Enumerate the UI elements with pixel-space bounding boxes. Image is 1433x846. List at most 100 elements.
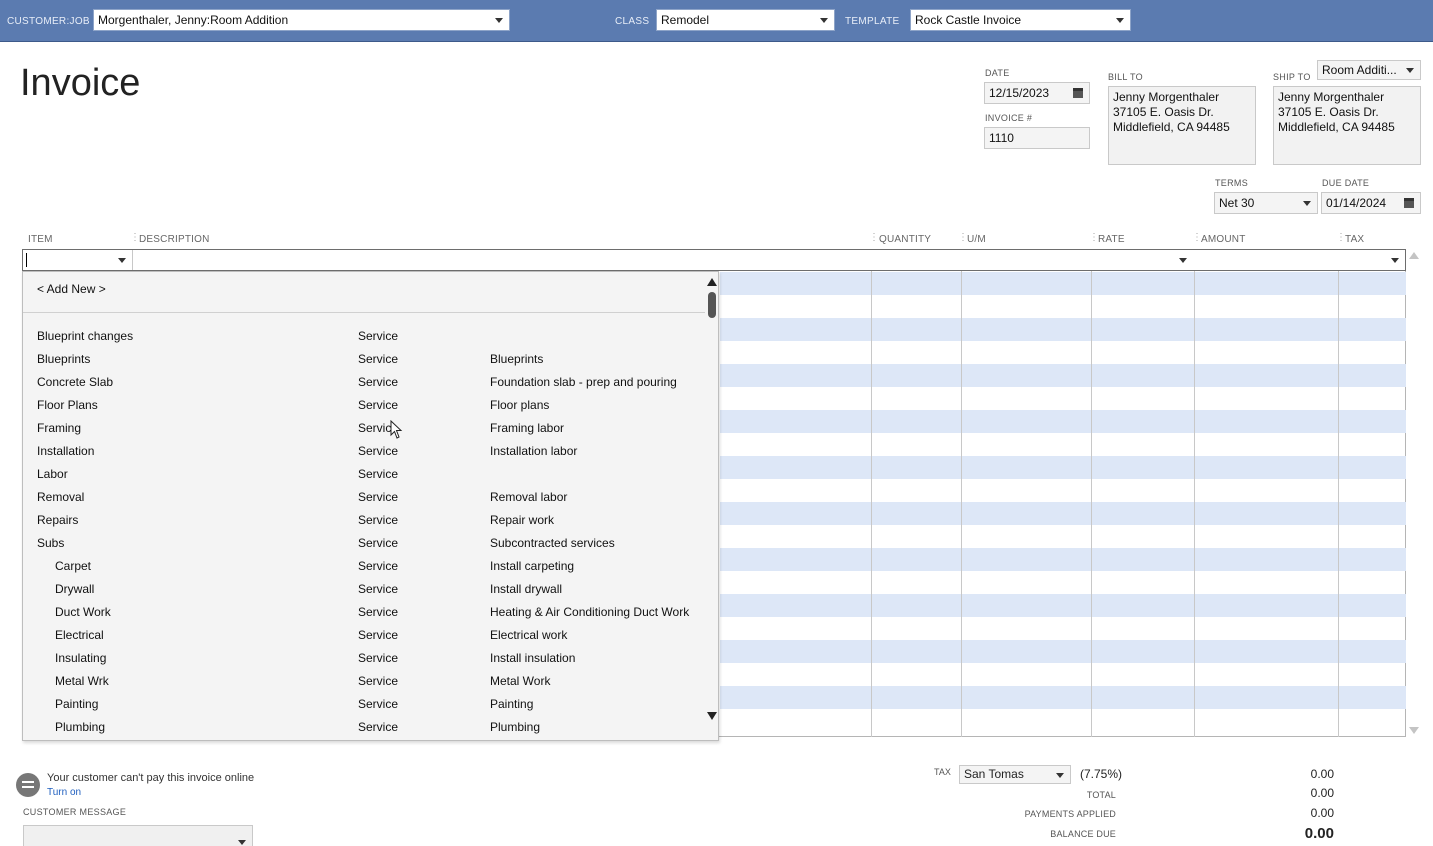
scroll-down-icon[interactable] [1409,727,1419,734]
table-row[interactable] [720,548,1406,571]
column-divider-line [1091,249,1092,737]
item-type: Service [358,490,399,504]
scroll-down-icon[interactable] [707,712,717,720]
list-item[interactable]: Electrical Service Electrical work [23,623,705,646]
chevron-down-icon [238,840,246,845]
list-item[interactable]: Repairs Service Repair work [23,508,705,531]
list-item[interactable]: Concrete Slab Service Foundation slab - … [23,370,705,393]
terms-select[interactable]: Net 30 [1214,192,1318,214]
payments-applied-value: 0.00 [1310,806,1334,820]
list-item[interactable]: Drywall Service Install drywall [23,577,705,600]
template-label: TEMPLATE [845,16,900,27]
tax-amount: 0.00 [1310,767,1334,781]
um-select[interactable] [1063,250,1193,270]
item-type: Service [358,467,399,481]
scroll-up-icon[interactable] [1409,252,1419,259]
list-item[interactable]: Installation Service Installation labor [23,439,705,462]
online-payment-icon [16,773,40,797]
template-select[interactable]: Rock Castle Invoice [910,9,1131,31]
list-item[interactable]: Insulating Service Install insulation [23,646,705,669]
table-scrollbar[interactable] [1407,249,1421,739]
item-type: Service [358,352,399,366]
chevron-down-icon [820,18,828,23]
item-description: Install insulation [490,651,576,665]
ship-to-label: SHIP TO [1273,72,1311,82]
column-header-item: ITEM [28,234,53,245]
list-item[interactable]: Subs Service Subcontracted services [23,531,705,554]
list-item[interactable]: Blueprints Service Blueprints [23,347,705,370]
balance-due-label: BALANCE DUE [1050,829,1116,839]
date-label: DATE [985,68,1010,78]
column-divider[interactable]: ⋮ [869,232,879,243]
item-name: Floor Plans [37,398,98,412]
bill-to-line: 37105 E. Oasis Dr. [1113,105,1214,119]
list-item[interactable]: Plumbing Service Plumbing [23,715,705,738]
item-type: Service [358,582,399,596]
ship-to-address[interactable]: Jenny Morgenthaler 37105 E. Oasis Dr. Mi… [1273,86,1421,165]
bill-to-line: Jenny Morgenthaler [1113,90,1220,104]
calendar-icon[interactable] [1073,88,1083,98]
turn-on-link[interactable]: Turn on [47,787,81,798]
customer-job-select[interactable]: Morgenthaler, Jenny:Room Addition [93,9,510,31]
item-name: Plumbing [55,720,106,734]
list-item[interactable]: Carpet Service Install carpeting [23,554,705,577]
tax-select[interactable] [1339,250,1405,270]
item-type: Service [358,513,399,527]
due-date-value: 01/14/2024 [1326,196,1387,210]
table-row[interactable] [720,410,1406,433]
chevron-down-icon [1056,773,1064,778]
item-type: Service [358,444,399,458]
column-header-description: DESCRIPTION [139,234,210,245]
dropdown-scrollbar[interactable] [706,276,718,732]
customer-message-select[interactable] [23,825,253,846]
due-date-field[interactable]: 01/14/2024 [1321,192,1421,214]
list-item[interactable]: Floor Plans Service Floor plans [23,393,705,416]
add-new-option[interactable]: < Add New > [37,282,106,296]
table-row[interactable] [720,640,1406,663]
active-line-row[interactable] [22,249,1406,271]
list-item[interactable]: Blueprint changes Service [23,324,705,347]
balance-due-value: 0.00 [1304,825,1334,842]
item-description: Electrical work [490,628,568,642]
class-select[interactable]: Remodel [656,9,835,31]
list-item[interactable]: Metal Wrk Service Metal Work [23,669,705,692]
customer-job-value: Morgenthaler, Jenny:Room Addition [98,13,289,27]
date-field[interactable]: 12/15/2023 [984,82,1090,104]
item-description: Removal labor [490,490,568,504]
column-header-tax: TAX [1345,234,1365,245]
chevron-down-icon[interactable] [1391,258,1399,263]
mouse-pointer-icon [390,420,403,439]
scroll-up-icon[interactable] [707,278,717,286]
list-item[interactable]: Labor Service [23,462,705,485]
table-row[interactable] [720,686,1406,709]
column-header-um: U/M [967,234,986,245]
item-dropdown-list[interactable]: < Add New > Blueprint changes Service Bl… [22,271,719,741]
chevron-down-icon[interactable] [118,258,126,263]
customer-header-bar: CUSTOMER:JOB Morgenthaler, Jenny:Room Ad… [0,0,1433,42]
class-label: CLASS [615,16,650,27]
item-name: Painting [55,697,99,711]
item-description: Painting [490,697,534,711]
ship-to-select[interactable]: Room Additi... [1317,60,1421,80]
invoice-number-field[interactable]: 1110 [984,127,1090,149]
item-input[interactable] [23,250,133,270]
chevron-down-icon[interactable] [1179,258,1187,263]
bill-to-address[interactable]: Jenny Morgenthaler 37105 E. Oasis Dr. Mi… [1108,86,1256,165]
table-row[interactable] [720,502,1406,525]
list-item[interactable]: Duct Work Service Heating & Air Conditio… [23,600,705,623]
table-row[interactable] [720,456,1406,479]
list-item[interactable]: Painting Service Painting [23,692,705,715]
tax-item-select[interactable]: San Tomas [959,765,1071,784]
item-description: Heating & Air Conditioning Duct Work [490,605,690,619]
calendar-icon[interactable] [1404,198,1414,208]
table-row[interactable] [720,594,1406,617]
list-item[interactable]: Framing Service Framing labor [23,416,705,439]
item-name: Framing [37,421,82,435]
table-row[interactable] [720,318,1406,341]
tax-label: TAX [934,767,951,777]
table-row[interactable] [720,364,1406,387]
tax-item-value: San Tomas [964,767,1024,781]
scroll-thumb[interactable] [708,292,716,318]
list-item[interactable]: Removal Service Removal labor [23,485,705,508]
table-row[interactable] [720,272,1406,295]
